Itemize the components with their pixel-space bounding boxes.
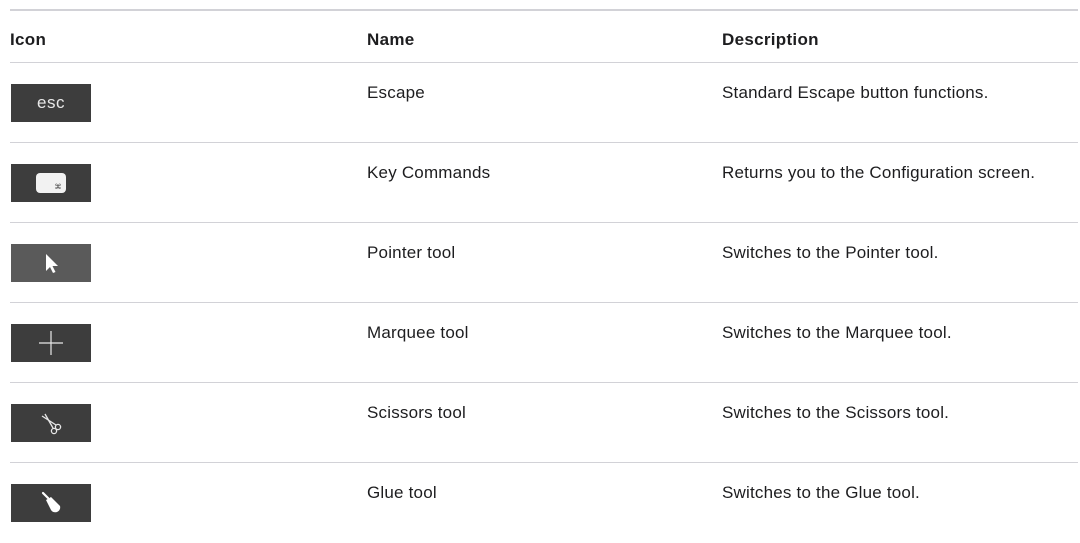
table-row: Scissors tool Switches to the Scissors t… [10,383,1078,463]
table-header-row: Icon Name Description [10,11,1078,63]
row-description: Switches to the Scissors tool. [722,403,950,422]
row-name: Marquee tool [367,323,469,342]
row-description: Switches to the Pointer tool. [722,243,939,262]
glue-bottle-icon [11,484,91,522]
table-row: ⌘ Key Commands Returns you to the Config… [10,143,1078,223]
table-row: esc Escape Standard Escape button functi… [10,63,1078,143]
header-icon: Icon [10,30,47,49]
svg-text:⌘: ⌘ [55,183,62,191]
row-description: Switches to the Marquee tool. [722,323,952,342]
table-row: Marquee tool Switches to the Marquee too… [10,303,1078,383]
row-name: Scissors tool [367,403,466,422]
row-name: Pointer tool [367,243,456,262]
row-name: Escape [367,83,425,102]
key-commands-icon: ⌘ [11,164,91,202]
header-name: Name [367,30,415,49]
crosshair-icon [11,324,91,362]
header-description: Description [722,30,819,49]
table-row: Glue tool Switches to the Glue tool. [10,463,1078,543]
row-name: Key Commands [367,163,491,182]
scissors-icon [11,404,91,442]
esc-key-label: esc [37,93,65,112]
pointer-arrow-icon [11,244,91,282]
icon-reference-table: Icon Name Description esc Escape Standar… [10,9,1078,543]
row-name: Glue tool [367,483,437,502]
row-description: Switches to the Glue tool. [722,483,920,502]
table-row: Pointer tool Switches to the Pointer too… [10,223,1078,303]
esc-key-icon: esc [11,84,91,122]
row-description: Returns you to the Configuration screen. [722,163,1036,182]
row-description: Standard Escape button functions. [722,83,989,102]
